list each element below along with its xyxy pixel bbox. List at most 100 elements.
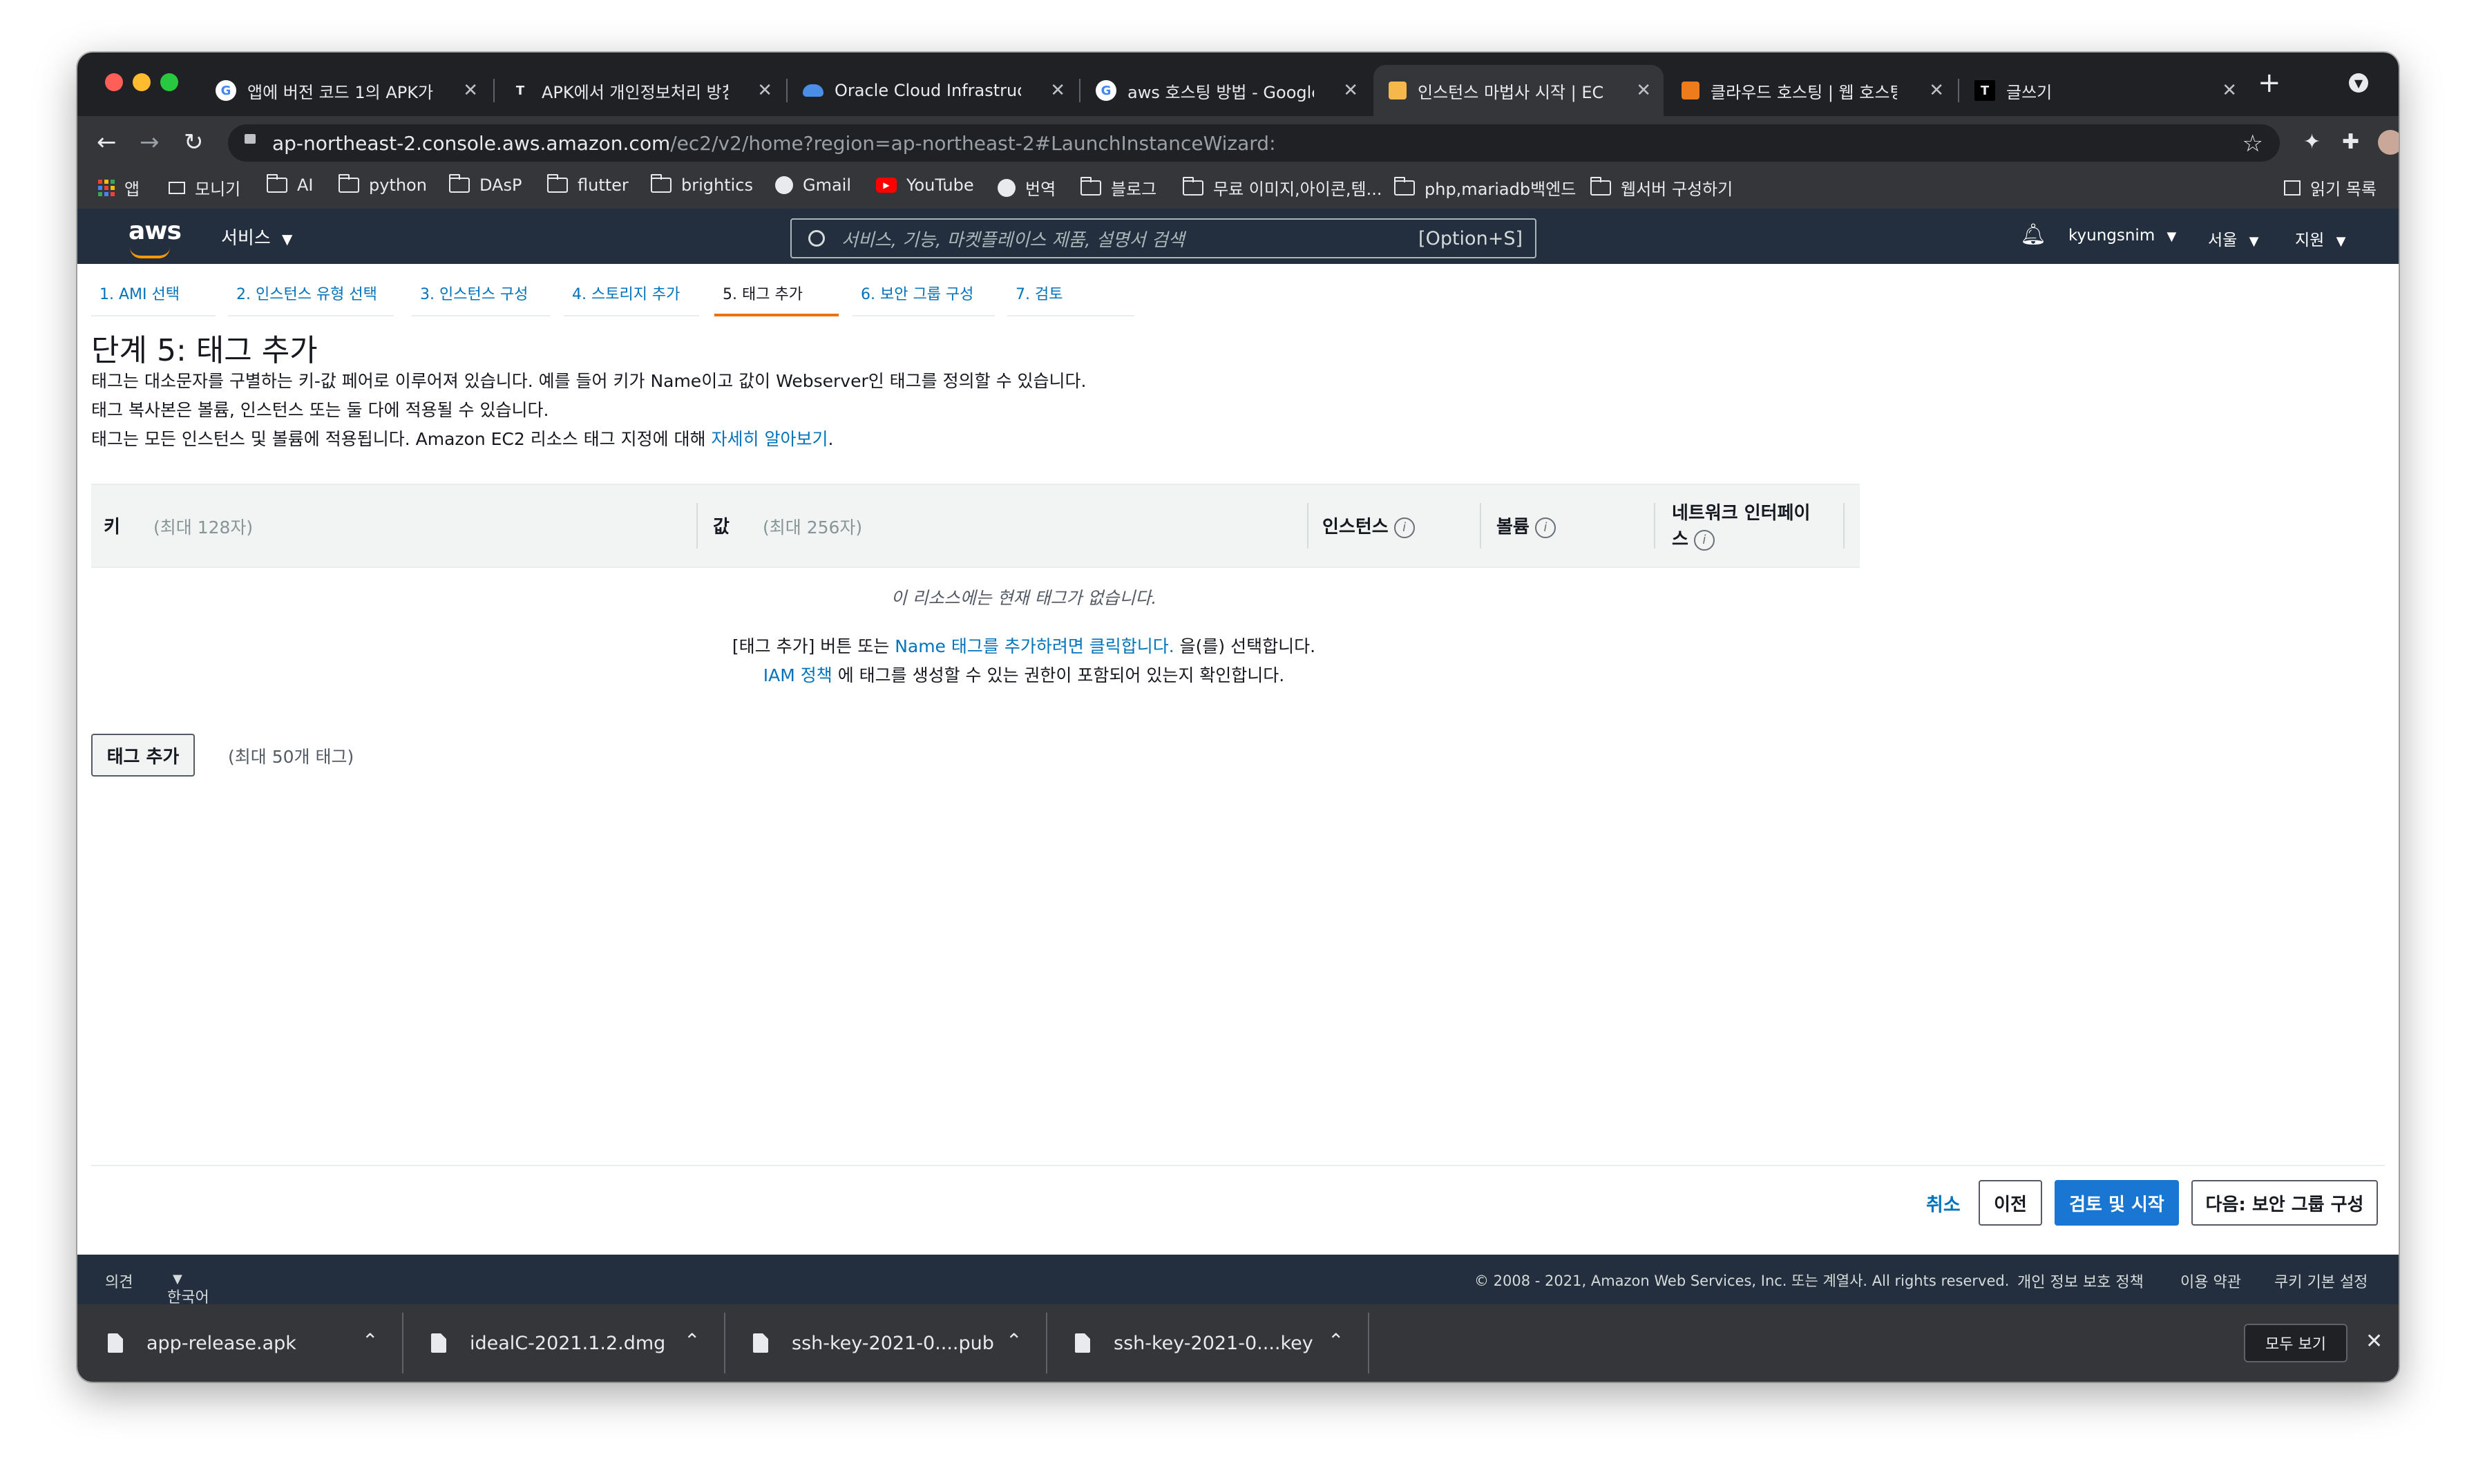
privacy-policy-link[interactable]: 개인 정보 보호 정책 [2017,1270,2144,1292]
console-search-input[interactable]: 서비스, 기능, 마켓플레이스 제품, 설명서 검색 [Option+S] [790,218,1536,258]
bookmark-label: 블로그 [1111,180,1157,199]
close-tab-icon[interactable]: ✕ [1343,80,1358,101]
support-menu[interactable]: 지원 ▼ [2295,227,2345,250]
puzzle-icon[interactable]: ✚ [2342,130,2359,154]
column-divider [1307,503,1308,549]
review-and-launch-button[interactable]: 검토 및 시작 [2055,1180,2179,1226]
browser-tab[interactable]: 클라우드 호스팅 | 웹 호스팅 서비스 ✕ [1666,65,1956,116]
bookmark-apps[interactable]: 앱 [98,175,140,200]
chevron-up-icon[interactable]: ⌃ [684,1329,700,1352]
new-tab-icon[interactable]: + [2258,69,2281,97]
bookmark-label: AI [297,175,314,195]
bookmark-folder[interactable]: php,mariadb백엔드 [1394,175,1576,200]
star-icon[interactable]: ☆ [2242,130,2263,158]
network-label: 네트워크 인터페이 [1672,503,1811,524]
download-item[interactable]: ssh-key-2021-0....pub [753,1304,994,1382]
minimize-window-button[interactable] [133,73,151,91]
lock-icon [245,134,256,144]
column-instances: 인스턴스 i [1322,513,1415,538]
browser-tab[interactable]: G aws 호스팅 방법 - Google 검색 ✕ [1080,65,1371,116]
add-name-tag-link[interactable]: Name 태그를 추가하려면 클릭합니다. [895,636,1174,656]
wizard-step-review[interactable]: 7. 검토 [1007,282,1134,316]
previous-button[interactable]: 이전 [1979,1180,2042,1226]
close-tab-icon[interactable]: ✕ [1929,80,1944,101]
chevron-up-icon[interactable]: ⌃ [362,1329,378,1352]
wizard-step-storage[interactable]: 4. 스토리지 추가 [564,282,699,316]
next-security-group-button[interactable]: 다음: 보안 그룹 구성 [2191,1180,2378,1226]
close-tab-icon[interactable]: ✕ [1050,80,1065,101]
aws-logo[interactable]: aws [128,217,182,245]
learn-more-link[interactable]: 자세히 알아보기 [712,429,828,449]
services-menu[interactable]: 서비스 ▼ [221,224,292,249]
bookmark-folder[interactable]: 웹서버 구성하기 [1590,175,1733,200]
close-window-button[interactable] [105,73,123,91]
wizard-step-ami[interactable]: 1. AMI 선택 [91,282,216,316]
wizard-step-instance-type[interactable]: 2. 인스턴스 유형 선택 [228,282,394,316]
browser-tab-active[interactable]: 인스턴스 마법사 시작 | EC2 Management ✕ [1373,65,1664,116]
chevron-up-icon[interactable]: ⌃ [1006,1329,1022,1352]
bookmark-label: 웹서버 구성하기 [1621,180,1733,199]
bookmark-youtube[interactable]: ▶ YouTube [876,175,974,195]
language-selector[interactable]: 한국어 ▼ [167,1270,209,1306]
wizard-step-configure[interactable]: 3. 인스턴스 구성 [412,282,550,316]
cancel-link[interactable]: 취소 [1926,1190,1961,1217]
file-icon [431,1333,446,1353]
tab-search-icon[interactable]: ▼ [2349,73,2368,93]
cookie-preferences-link[interactable]: 쿠키 기본 설정 [2274,1270,2368,1292]
download-item[interactable]: ssh-key-2021-0....key [1075,1304,1313,1382]
actions-divider [91,1165,2385,1166]
bookmark-folder[interactable]: python [339,174,427,195]
reload-icon[interactable]: ↻ [184,129,204,156]
download-item[interactable]: idealC-2021.1.2.dmg [431,1304,665,1382]
bookmark-folder[interactable]: 블로그 [1080,175,1156,200]
region-menu[interactable]: 서울 ▼ [2208,227,2258,250]
show-all-downloads-button[interactable]: 모두 보기 [2244,1324,2348,1362]
bookmark-label: brightics [681,175,753,195]
feedback-link[interactable]: 의견 [105,1270,133,1292]
bookmark-translate[interactable]: 번역 [998,175,1056,200]
tab-title: 글쓰기 [2006,82,2053,102]
forward-icon[interactable]: → [140,129,160,156]
account-menu[interactable]: kyungsnim ▼ [2068,227,2176,245]
bookmark-folder[interactable]: flutter [547,174,629,195]
oracle-cloud-icon [803,84,823,97]
info-icon[interactable]: i [1393,517,1415,538]
close-tab-icon[interactable]: ✕ [1636,80,1651,101]
instruction-text: 에 태그를 생성할 수 있는 권한이 포함되어 있는지 확인합니다. [832,665,1285,685]
bookmark-label: php,mariadb백엔드 [1425,180,1577,199]
address-bar[interactable]: ap-northeast-2.console.aws.amazon.com/ec… [228,124,2280,162]
instances-label: 인스턴스 [1322,517,1389,538]
browser-tab[interactable]: Oracle Cloud Infrastructure ✕ [788,65,1078,116]
reading-list[interactable]: 읽기 목록 [2284,175,2377,200]
add-tag-button[interactable]: 태그 추가 [91,734,195,777]
zoom-window-button[interactable] [160,73,178,91]
bookmark-gmail[interactable]: Gmail [775,175,851,195]
bookmark-monitor[interactable]: 모니기 [169,175,240,200]
close-tab-icon[interactable]: ✕ [2222,80,2237,101]
wizard-step-security-group[interactable]: 6. 보안 그룹 구성 [853,282,995,316]
close-downloads-icon[interactable]: ✕ [2365,1329,2383,1353]
bell-icon[interactable]: 🔔︎ [2020,222,2046,247]
extension-icon[interactable]: ✦ [2303,130,2321,154]
info-icon[interactable]: i [1534,517,1556,538]
browser-tab[interactable]: T APK에서 개인정보처리 방침이 필요 ✕ [495,65,785,116]
download-item[interactable]: app-release.apk [108,1304,296,1382]
bookmark-folder[interactable]: DAsP [449,174,522,195]
wizard-step-tags[interactable]: 5. 태그 추가 [714,282,839,316]
chevron-up-icon[interactable]: ⌃ [1328,1329,1344,1352]
browser-tab[interactable]: G 앱에 버전 코드 1의 APK가 있습니다 ✕ [200,65,491,116]
close-tab-icon[interactable]: ✕ [757,80,772,101]
browser-tab[interactable]: T 글쓰기 ✕ [1959,65,2249,116]
info-icon[interactable]: i [1693,529,1715,551]
bookmark-folder[interactable]: 무료 이미지,아이콘,템... [1183,175,1382,200]
back-icon[interactable]: ← [97,129,117,156]
volumes-label: 볼륨 [1496,517,1530,538]
avatar[interactable] [2378,130,2399,155]
bookmark-folder[interactable]: brightics [651,174,753,195]
folder-icon [1590,176,1611,196]
close-tab-icon[interactable]: ✕ [463,80,478,101]
bookmark-folder[interactable]: AI [267,174,314,195]
terms-link[interactable]: 이용 약관 [2180,1270,2241,1292]
iam-policy-link[interactable]: IAM 정책 [763,665,832,685]
bookmark-label: python [369,175,427,195]
